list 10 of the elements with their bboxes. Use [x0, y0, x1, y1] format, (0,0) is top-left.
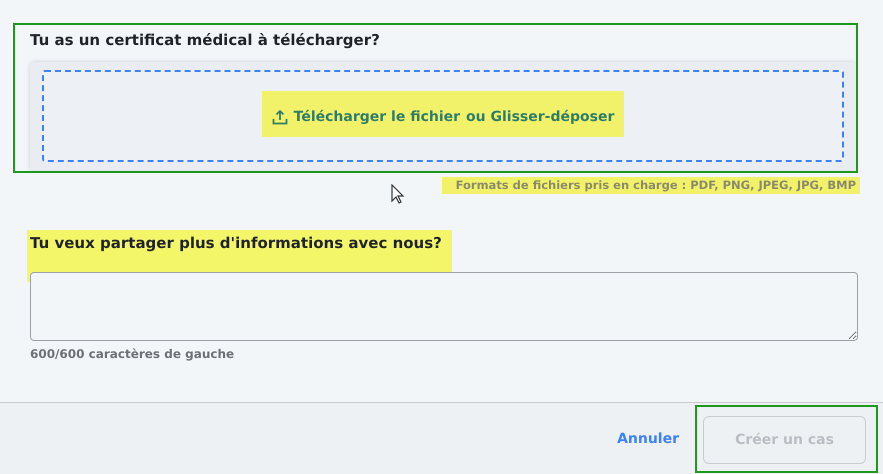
drag-drop-text: ou Glisser-déposer: [466, 109, 614, 125]
formats-note: Formats de fichiers pris en charge : PDF, PNG, JPEG, JPG, BMP: [442, 177, 860, 194]
upload-link[interactable]: Télécharger le fichier: [294, 109, 460, 125]
details-textarea[interactable]: [30, 272, 858, 341]
drop-area[interactable]: Télécharger le fichier ou Glisser-déposer: [42, 70, 844, 162]
upload-icon: [272, 109, 288, 125]
section-heading: Tu as un certificat médical à télécharger?: [30, 31, 381, 49]
cancel-link[interactable]: Annuler: [617, 430, 679, 446]
cursor-icon: [391, 184, 405, 204]
character-counter: 600/600 caractères de gauche: [30, 347, 236, 361]
